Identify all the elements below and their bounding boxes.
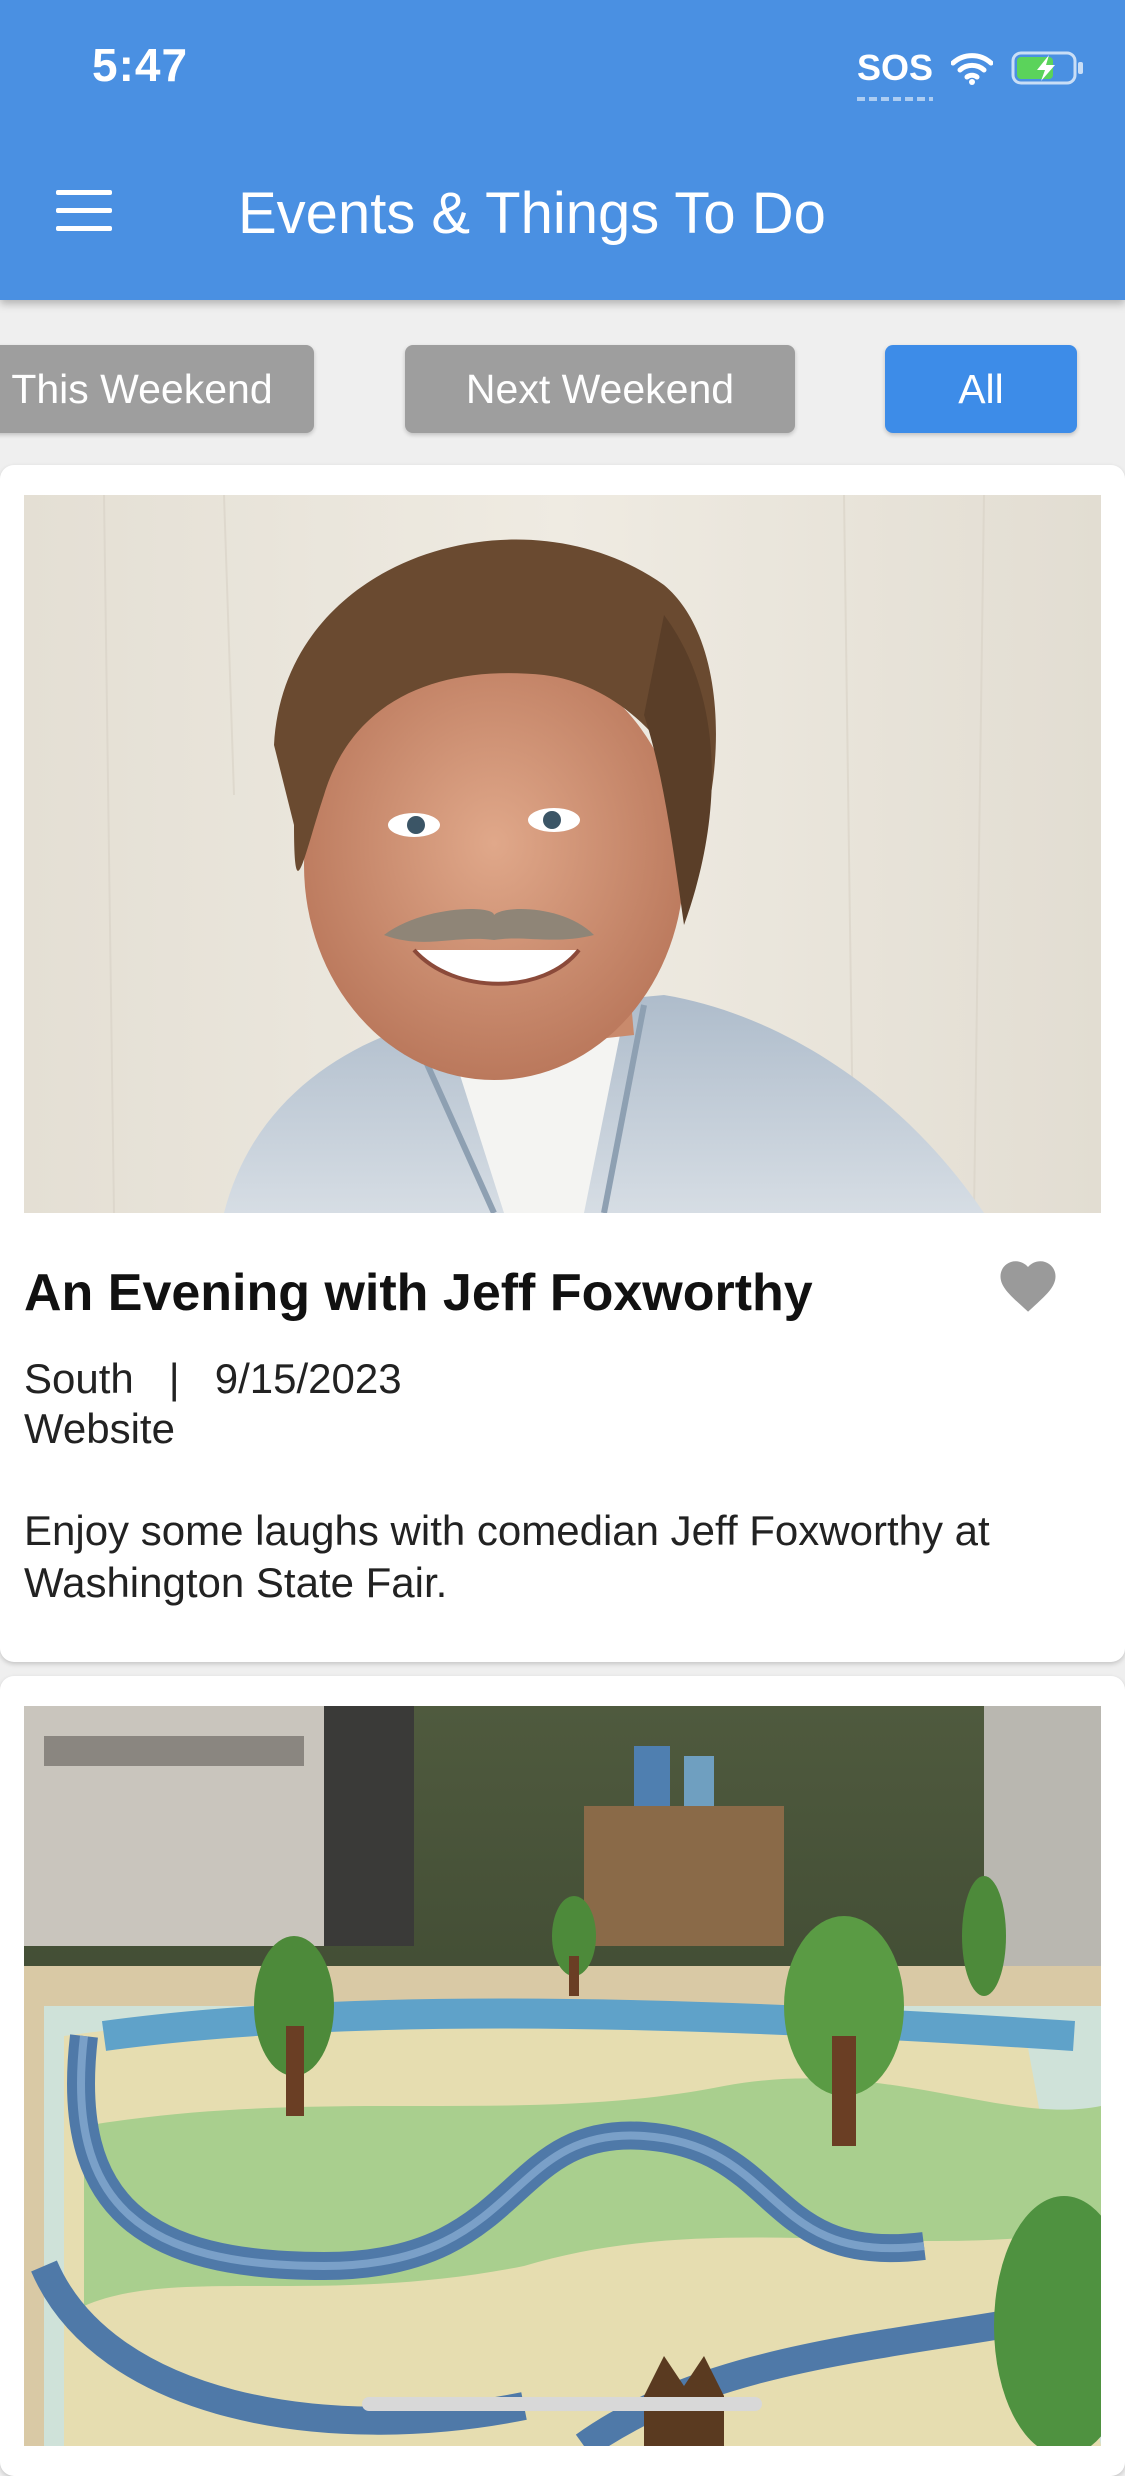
page-title: Events & Things To Do — [238, 181, 826, 246]
app-header: 5:47 SOS Events & Things To Do — [0, 0, 1125, 300]
filter-this-weekend[interactable]: This Weekend — [0, 345, 314, 433]
status-icons: SOS — [856, 44, 1085, 101]
battery-charging-icon — [1011, 51, 1083, 85]
event-meta-line: South | 9/15/2023 — [24, 1355, 402, 1403]
event-photo — [24, 495, 1101, 1213]
event-description: Enjoy some laughs with comedian Jeff Fox… — [24, 1507, 990, 1606]
filter-next-weekend[interactable]: Next Weekend — [405, 345, 795, 433]
event-card[interactable] — [0, 1676, 1125, 2476]
event-card[interactable]: An Evening with Jeff Foxworthy South | 9… — [0, 465, 1125, 1662]
event-title[interactable]: An Evening with Jeff Foxworthy — [24, 1263, 813, 1323]
filter-bar: This Weekend Next Weekend All — [0, 345, 1125, 435]
meta-separator: | — [168, 1355, 180, 1402]
event-photo — [24, 1706, 1101, 2446]
event-date: 9/15/2023 — [214, 1355, 402, 1402]
filter-all[interactable]: All — [885, 345, 1077, 433]
home-indicator — [362, 2397, 762, 2411]
status-time: 5:47 — [92, 39, 189, 91]
sos-indicator: SOS — [856, 47, 933, 101]
heart-icon[interactable] — [995, 1253, 1061, 1319]
event-website-link[interactable]: Website — [24, 1405, 175, 1453]
wifi-icon — [951, 53, 993, 85]
hamburger-menu-icon[interactable] — [56, 190, 112, 232]
event-region: South — [24, 1355, 134, 1402]
